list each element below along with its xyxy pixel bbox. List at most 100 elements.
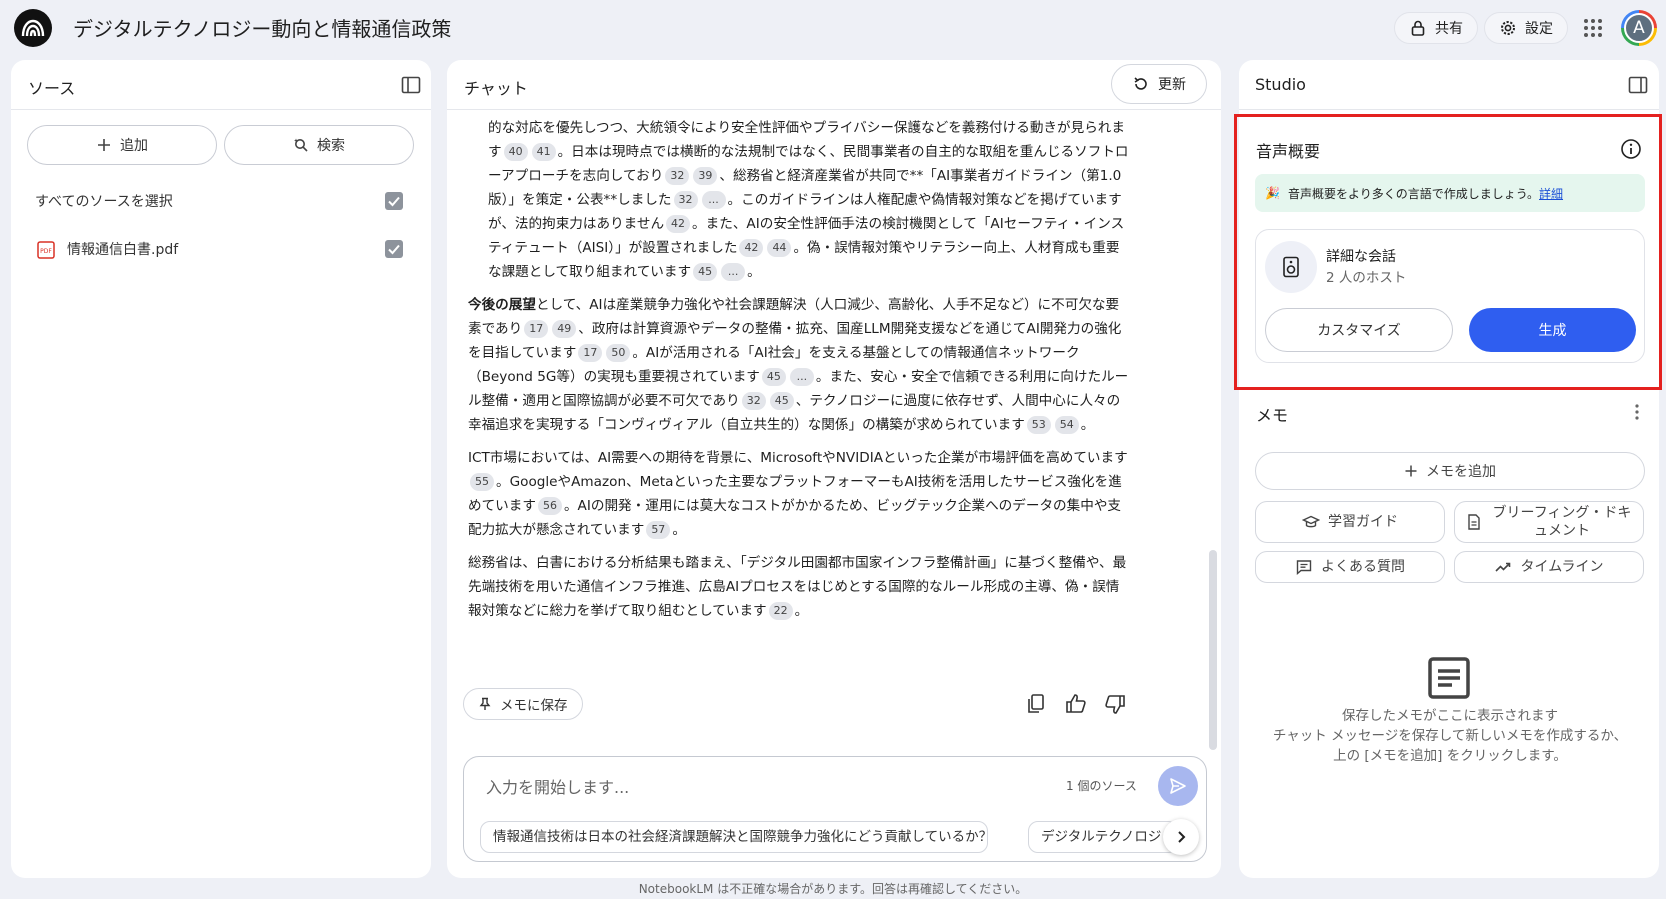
citation-badge[interactable]: 39 bbox=[693, 167, 718, 185]
faq-button[interactable]: よくある質問 bbox=[1255, 551, 1445, 583]
discover-sources-button[interactable]: 検索 bbox=[224, 125, 414, 165]
account-avatar[interactable]: A bbox=[1621, 10, 1657, 46]
chat-message: 的な対応を優先しつつ、大統領令により安全性評価やプライバシー保護などを義務付ける… bbox=[468, 116, 1130, 632]
notebook-title[interactable]: デジタルテクノロジー動向と情報通信政策 bbox=[73, 13, 451, 42]
chat-paragraph-1: 的な対応を優先しつつ、大統領令により安全性評価やプライバシー保護などを義務付ける… bbox=[468, 116, 1130, 284]
suggested-question[interactable]: デジタルテクノロジ bbox=[1028, 821, 1178, 853]
thumbs-up-icon[interactable] bbox=[1064, 692, 1088, 716]
select-all-label: すべてのソースを選択 bbox=[35, 194, 173, 210]
language-banner: 🎉 音声概要をより多くの言語で作成しましょう。詳細 bbox=[1255, 174, 1645, 212]
citation-more-badge[interactable]: ... bbox=[721, 263, 746, 281]
citation-badge[interactable]: 41 bbox=[531, 143, 556, 161]
citation-badge[interactable]: 22 bbox=[768, 602, 793, 620]
document-icon bbox=[1468, 514, 1480, 530]
citation-badge[interactable]: 40 bbox=[503, 143, 528, 161]
text-segment: 。 bbox=[672, 522, 686, 538]
chat-paragraph-4: 総務省は、白書における分析結果も踏まえ、「デジタル田園都市国家インフラ整備計画」… bbox=[468, 551, 1130, 623]
citation-badge[interactable]: 32 bbox=[741, 392, 766, 410]
citation-badge[interactable]: 56 bbox=[537, 497, 562, 515]
briefing-doc-button[interactable]: ブリーフィング・ドキュメント bbox=[1454, 501, 1644, 543]
format-subtitle: 2 人のホスト bbox=[1326, 270, 1407, 286]
chat-input-placeholder[interactable]: 入力を開始します... bbox=[486, 774, 629, 798]
chat-scrollbar[interactable] bbox=[1209, 550, 1217, 750]
select-all-checkbox[interactable] bbox=[385, 192, 403, 210]
notebooklm-logo-icon[interactable] bbox=[14, 9, 52, 47]
sources-panel: ソース bbox=[11, 60, 431, 878]
chevron-right-icon bbox=[1178, 831, 1186, 843]
text-segment: ICT市場においては、AI需要への期待を背景に、MicrosoftやNVIDIA… bbox=[468, 450, 1128, 466]
plus-icon bbox=[1405, 465, 1417, 477]
save-to-memo-button[interactable]: メモに保存 bbox=[463, 688, 583, 720]
citation-badge[interactable]: 32 bbox=[673, 191, 698, 209]
info-icon[interactable] bbox=[1620, 138, 1642, 160]
apps-grid-icon[interactable] bbox=[1582, 17, 1604, 39]
text-segment: 。 bbox=[1080, 417, 1095, 433]
empty-memo-message: 保存したメモがここに表示されます チャット メッセージを保存して新しいメモを作成… bbox=[1240, 706, 1660, 766]
checkmark-icon bbox=[388, 244, 400, 255]
citation-more-badge[interactable]: ... bbox=[701, 191, 726, 209]
disclaimer-text: NotebookLM は不正確な場合があります。回答は再確認してください。 bbox=[638, 882, 1028, 896]
citation-more-badge[interactable]: ... bbox=[789, 368, 814, 386]
copy-icon[interactable] bbox=[1024, 692, 1048, 716]
discover-sources-label: 検索 bbox=[317, 138, 345, 154]
notes-icon bbox=[1428, 657, 1470, 699]
citation-badge[interactable]: 45 bbox=[769, 392, 794, 410]
settings-button[interactable]: 設定 bbox=[1484, 12, 1568, 44]
lock-icon bbox=[1411, 20, 1425, 36]
banner-message: 音声概要をより多くの言語で作成しましょう。 bbox=[1287, 186, 1539, 201]
timeline-button[interactable]: タイムライン bbox=[1454, 551, 1644, 583]
refresh-button[interactable]: 更新 bbox=[1111, 64, 1207, 104]
timeline-icon bbox=[1495, 562, 1511, 572]
source-count: 1 個のソース bbox=[1066, 779, 1137, 793]
study-guide-button[interactable]: 学習ガイド bbox=[1255, 501, 1445, 543]
graduation-cap-icon bbox=[1302, 515, 1320, 528]
svg-text:PDF: PDF bbox=[40, 248, 52, 255]
citation-badge[interactable]: 53 bbox=[1026, 416, 1051, 434]
pdf-icon: PDF bbox=[37, 241, 55, 259]
settings-label: 設定 bbox=[1525, 21, 1553, 37]
citation-badge[interactable]: 55 bbox=[470, 473, 494, 491]
citation-badge[interactable]: 17 bbox=[524, 320, 549, 338]
sources-header: ソース bbox=[11, 60, 431, 110]
citation-badge[interactable]: 32 bbox=[665, 167, 690, 185]
chat-input-box[interactable]: 入力を開始します... 1 個のソース 情報通信技術は日本の社会経済課題解決と国… bbox=[463, 756, 1207, 862]
search-sparkle-icon bbox=[294, 138, 308, 152]
citation-badge[interactable]: 42 bbox=[739, 239, 764, 257]
citation-badge[interactable]: 42 bbox=[666, 215, 691, 233]
save-to-memo-label: メモに保存 bbox=[500, 698, 568, 714]
collapse-panel-icon[interactable] bbox=[401, 75, 421, 95]
suggested-question[interactable]: 情報通信技術は日本の社会経済課題解決と国際競争力強化にどう貢献しているか？ bbox=[480, 821, 988, 853]
send-button[interactable] bbox=[1158, 766, 1198, 806]
citation-badge[interactable]: 50 bbox=[606, 344, 631, 362]
thumbs-down-icon[interactable] bbox=[1103, 692, 1127, 716]
add-memo-button[interactable]: メモを追加 bbox=[1255, 452, 1645, 490]
customize-button[interactable]: カスタマイズ bbox=[1265, 308, 1453, 352]
studio-header: Studio bbox=[1239, 60, 1659, 110]
gear-icon bbox=[1501, 21, 1515, 35]
collapse-panel-icon[interactable] bbox=[1628, 75, 1648, 95]
share-button[interactable]: 共有 bbox=[1394, 12, 1478, 44]
more-vert-icon[interactable] bbox=[1634, 402, 1640, 422]
citation-badge[interactable]: 17 bbox=[578, 344, 603, 362]
source-item-name[interactable]: 情報通信白書.pdf bbox=[67, 239, 178, 259]
empty-memo-line: 保存したメモがここに表示されます bbox=[1342, 708, 1558, 724]
add-source-button[interactable]: 追加 bbox=[27, 125, 217, 165]
refresh-icon bbox=[1134, 77, 1147, 90]
pin-icon bbox=[479, 697, 491, 710]
banner-text: 音声概要をより多くの言語で作成しましょう。詳細 bbox=[1288, 185, 1563, 202]
citation-badge[interactable]: 57 bbox=[646, 521, 671, 539]
citation-badge[interactable]: 49 bbox=[552, 320, 577, 338]
bold-heading: 今後の展望 bbox=[468, 297, 536, 313]
generate-button[interactable]: 生成 bbox=[1469, 308, 1636, 352]
citation-badge[interactable]: 45 bbox=[693, 263, 718, 281]
citation-badge[interactable]: 45 bbox=[761, 368, 786, 386]
next-suggestions-button[interactable] bbox=[1163, 819, 1199, 855]
faq-label: よくある質問 bbox=[1321, 559, 1405, 575]
speaker-icon bbox=[1265, 241, 1317, 293]
add-source-label: 追加 bbox=[120, 138, 148, 154]
citation-badge[interactable]: 54 bbox=[1054, 416, 1079, 434]
citation-badge[interactable]: 44 bbox=[767, 239, 792, 257]
source-item-checkbox[interactable] bbox=[385, 240, 403, 258]
studio-title: Studio bbox=[1255, 75, 1306, 94]
banner-details-link[interactable]: 詳細 bbox=[1539, 187, 1563, 201]
